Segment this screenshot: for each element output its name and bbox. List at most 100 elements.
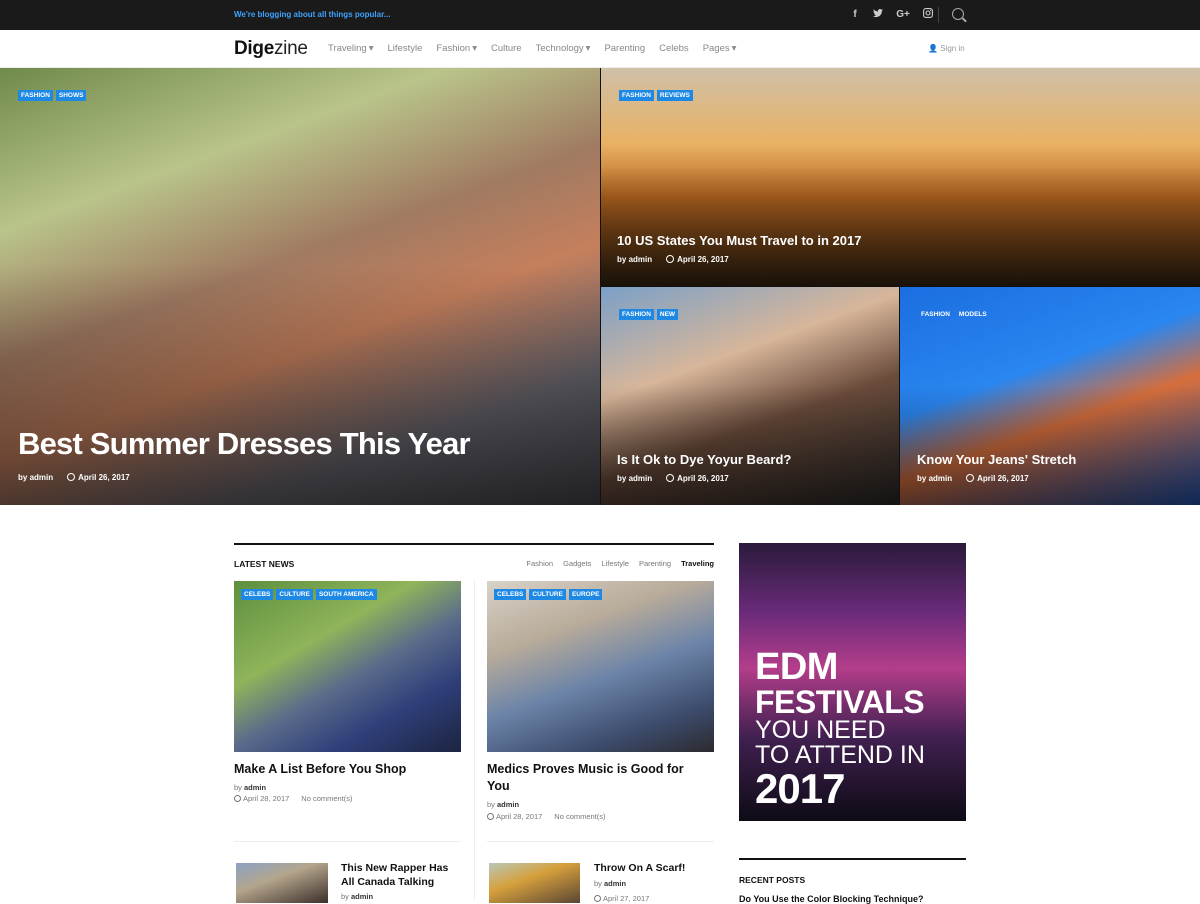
chevron-down-icon: ▾ xyxy=(472,43,477,54)
author-prefix: by xyxy=(617,474,627,483)
tag-badge[interactable]: CELEBS xyxy=(241,589,274,600)
topbar-divider xyxy=(938,7,939,23)
date-text: April 26, 2017 xyxy=(78,473,130,482)
date-text: April 28, 2017 xyxy=(243,794,290,803)
post-meta: by admin April 26, 2017 xyxy=(18,473,130,482)
post-date: April 26, 2017 xyxy=(966,474,1029,483)
post-meta: April 28, 2017 No comment(s) xyxy=(234,794,353,803)
tag-badge[interactable]: FASHION xyxy=(619,309,654,320)
author-prefix: by xyxy=(234,783,242,792)
post-title[interactable]: Is It Ok to Dye Yoyur Beard? xyxy=(617,452,791,467)
filter-traveling[interactable]: Traveling xyxy=(681,559,714,568)
tag-badge[interactable]: NEW xyxy=(656,309,679,320)
nav-item-label: Pages xyxy=(702,43,730,54)
author-name[interactable]: admin xyxy=(629,255,653,264)
post-image[interactable]: CELEBS CULTURE EUROPE xyxy=(487,581,714,752)
tag-badge[interactable]: REVIEWS xyxy=(656,90,693,101)
post-thumbnail[interactable] xyxy=(236,863,328,903)
post-title[interactable]: Know Your Jeans' Stretch xyxy=(917,452,1076,467)
tag-badge[interactable]: SHOWS xyxy=(55,90,87,101)
post-image[interactable]: CELEBS CULTURE SOUTH AMERICA xyxy=(234,581,461,752)
recent-post-title[interactable]: Do You Use the Color Blocking Technique? xyxy=(739,894,966,904)
nav-item-celebs[interactable]: Celebs xyxy=(659,43,689,54)
author-prefix: by xyxy=(594,879,602,888)
nav-item-technology[interactable]: Technology ▾ xyxy=(536,43,591,54)
post-meta: April 28, 2017 No comment(s) xyxy=(487,812,606,821)
tag-badge[interactable]: FASHION xyxy=(918,309,953,320)
tag-badge[interactable]: FASHION xyxy=(18,90,53,101)
tag-badge[interactable]: EUROPE xyxy=(568,589,603,600)
hero-post-bottom-right[interactable]: FASHION MODELS Know Your Jeans' Stretch … xyxy=(900,287,1200,505)
author-name[interactable]: admin xyxy=(30,473,54,482)
post-thumbnail[interactable] xyxy=(489,863,580,903)
nav-item-lifestyle[interactable]: Lifestyle xyxy=(388,43,423,54)
sidebar-ad-banner[interactable]: EDM FESTIVALS YOU NEED TO ATTEND IN 2017 xyxy=(739,543,966,821)
post-author: by admin xyxy=(18,473,53,482)
tag-badge[interactable]: FASHION xyxy=(619,90,654,101)
nav-item-parenting[interactable]: Parenting xyxy=(604,43,645,54)
post-title[interactable]: Throw On A Scarf! xyxy=(594,861,709,875)
author-prefix: by xyxy=(18,473,28,482)
author-name[interactable]: admin xyxy=(629,474,653,483)
author-name[interactable]: admin xyxy=(244,783,266,792)
post-meta: by admin April 26, 2017 xyxy=(617,474,729,483)
author-name[interactable]: admin xyxy=(929,474,953,483)
row-divider xyxy=(487,841,714,842)
nav-item-pages[interactable]: Pages ▾ xyxy=(703,43,737,54)
post-title[interactable]: Medics Proves Music is Good for You xyxy=(487,761,702,795)
nav-item-label: Lifestyle xyxy=(387,43,423,54)
date-text: April 28, 2017 xyxy=(496,812,543,821)
post-author: by admin xyxy=(234,783,266,792)
post-date: April 26, 2017 xyxy=(666,474,729,483)
nav-item-traveling[interactable]: Traveling ▾ xyxy=(328,43,374,54)
google-plus-icon[interactable]: G+ xyxy=(896,9,910,20)
post-author: by admin xyxy=(594,879,626,888)
facebook-icon[interactable]: f xyxy=(850,9,860,20)
post-title[interactable]: Best Summer Dresses This Year xyxy=(18,426,471,462)
filter-parenting[interactable]: Parenting xyxy=(639,559,671,568)
nav-item-fashion[interactable]: Fashion ▾ xyxy=(436,43,477,54)
nav-item-label: Celebs xyxy=(659,43,689,54)
nav-item-culture[interactable]: Culture xyxy=(491,43,522,54)
sign-in-link[interactable]: 👤 Sign in xyxy=(928,44,965,53)
hero-grid: FASHION SHOWS Best Summer Dresses This Y… xyxy=(0,68,1200,505)
tag-badge[interactable]: CELEBS xyxy=(494,589,527,600)
comment-count[interactable]: No comment(s) xyxy=(301,794,352,803)
tag-badge[interactable]: SOUTH AMERICA xyxy=(315,589,377,600)
post-date: April 28, 2017 xyxy=(234,794,289,803)
chevron-down-icon: ▾ xyxy=(585,43,591,54)
post-date: April 26, 2017 xyxy=(67,473,130,482)
post-date: April 28, 2017 xyxy=(487,812,542,821)
comment-count[interactable]: No comment(s) xyxy=(554,812,605,821)
site-logo[interactable]: Digezine xyxy=(234,38,308,60)
clock-icon xyxy=(487,813,494,820)
nav-item-label: Parenting xyxy=(604,43,646,54)
category-filters: Fashion Gadgets Lifestyle Parenting Trav… xyxy=(526,559,714,568)
twitter-icon[interactable] xyxy=(873,8,883,21)
author-prefix: by xyxy=(617,255,627,264)
search-icon[interactable] xyxy=(952,8,964,20)
hero-main-post[interactable]: FASHION SHOWS Best Summer Dresses This Y… xyxy=(0,68,600,505)
social-links: f G+ xyxy=(850,8,933,21)
author-name[interactable]: admin xyxy=(604,879,626,888)
post-title[interactable]: This New Rapper Has All Canada Talking xyxy=(341,861,456,889)
instagram-icon[interactable] xyxy=(923,8,933,21)
tag-badge[interactable]: CULTURE xyxy=(529,589,566,600)
tag-badge[interactable]: MODELS xyxy=(956,309,990,320)
date-text: April 26, 2017 xyxy=(677,255,729,264)
post-date: April 27, 2017 xyxy=(594,894,649,903)
tag-badge[interactable]: CULTURE xyxy=(276,589,313,600)
filter-fashion[interactable]: Fashion xyxy=(526,559,553,568)
filter-gadgets[interactable]: Gadgets xyxy=(563,559,591,568)
post-title[interactable]: 10 US States You Must Travel to in 2017 xyxy=(617,233,861,248)
hero-post-bottom-mid[interactable]: FASHION NEW Is It Ok to Dye Yoyur Beard?… xyxy=(601,287,899,505)
author-name[interactable]: admin xyxy=(497,800,519,809)
post-title[interactable]: Make A List Before You Shop xyxy=(234,761,449,778)
hero-post-top-right[interactable]: FASHION REVIEWS 10 US States You Must Tr… xyxy=(601,68,1200,286)
clock-icon xyxy=(966,474,975,482)
nav-item-label: Traveling xyxy=(328,43,367,54)
post-meta: by admin April 26, 2017 xyxy=(617,255,729,264)
filter-lifestyle[interactable]: Lifestyle xyxy=(601,559,629,568)
post-tags: CELEBS CULTURE EUROPE xyxy=(494,589,603,600)
clock-icon xyxy=(666,255,675,263)
